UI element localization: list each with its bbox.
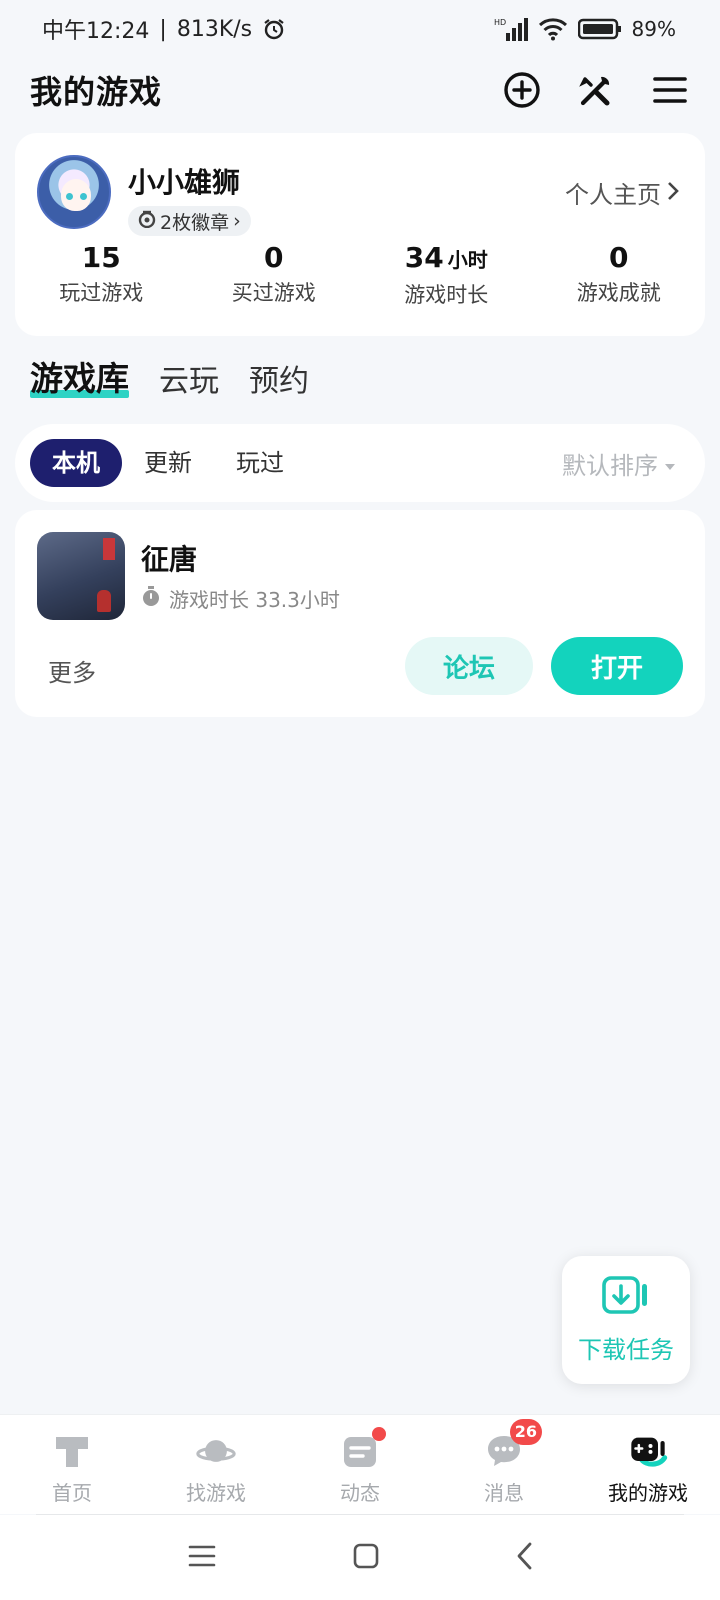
stopwatch-icon xyxy=(141,585,161,612)
nav-discover[interactable]: 找游戏 xyxy=(144,1415,288,1514)
status-time: 中午12:24 xyxy=(42,19,150,44)
tab-library[interactable]: 游戏库 xyxy=(30,352,129,400)
gamepad-icon xyxy=(628,1431,668,1471)
badge-count: 2枚徽章 xyxy=(160,211,230,234)
feed-icon xyxy=(340,1427,386,1471)
forum-button[interactable]: 论坛 xyxy=(405,637,533,695)
bottom-nav: 首页 找游戏 动态 26 消息 我的游戏 xyxy=(0,1414,720,1514)
game-card: 征唐 游戏时长 33.3小时 更多 论坛 打开 xyxy=(15,510,705,717)
nav-label: 首页 xyxy=(52,1481,92,1505)
stat-unit: 小时 xyxy=(447,248,488,272)
medal-icon xyxy=(138,210,156,233)
recent-apps-icon[interactable] xyxy=(188,1544,216,1572)
stat-played[interactable]: 15 玩过游戏 xyxy=(15,241,188,309)
stat-label: 买过游戏 xyxy=(231,281,316,305)
stat-achievements[interactable]: 0 游戏成就 xyxy=(533,241,706,309)
avatar[interactable] xyxy=(37,155,111,229)
stat-number: 15 xyxy=(81,241,121,274)
game-icon[interactable] xyxy=(37,532,125,620)
wifi-icon xyxy=(538,17,568,41)
status-right: HD 89% xyxy=(494,17,676,41)
nav-label: 找游戏 xyxy=(186,1481,246,1505)
username[interactable]: 小小雄狮 xyxy=(128,161,240,201)
more-link[interactable]: 更多 xyxy=(48,653,96,688)
system-nav xyxy=(0,1515,720,1600)
stat-value: 34 小时 xyxy=(360,241,533,277)
chevron-right-icon: › xyxy=(233,210,241,232)
nav-label: 动态 xyxy=(340,1481,380,1505)
tools-icon[interactable] xyxy=(576,70,616,110)
download-icon xyxy=(602,1275,650,1320)
stat-playtime[interactable]: 34 小时 游戏时长 xyxy=(360,241,533,309)
nav-home[interactable]: 首页 xyxy=(0,1415,144,1514)
download-task-label: 下载任务 xyxy=(578,1335,674,1364)
status-left: 中午12:24 | 813K/s xyxy=(42,13,286,45)
profile-home-link[interactable]: 个人主页 xyxy=(565,175,679,210)
open-button[interactable]: 打开 xyxy=(551,637,683,695)
playtime: 游戏时长 33.3小时 xyxy=(141,584,340,613)
planet-icon xyxy=(196,1431,236,1471)
status-separator: | xyxy=(159,16,167,42)
filter-updates[interactable]: 更新 xyxy=(122,439,214,487)
stat-label: 游戏时长 xyxy=(404,283,489,307)
avatar-eye-left xyxy=(66,193,73,200)
nav-label: 我的游戏 xyxy=(608,1481,688,1505)
network-speed: 813K/s xyxy=(176,16,253,42)
nav-feed[interactable]: 动态 xyxy=(288,1415,432,1514)
stat-number: 34 xyxy=(404,241,444,274)
message-count-badge: 26 xyxy=(509,1419,542,1445)
profile-card: 小小雄狮 2枚徽章 › 个人主页 15 玩过游戏 0 买过游戏 34 小时 游戏时… xyxy=(15,133,705,336)
stats-row: 15 玩过游戏 0 买过游戏 34 小时 游戏时长 0 游戏成就 xyxy=(15,241,705,309)
stat-label: 玩过游戏 xyxy=(59,281,144,305)
page-title: 我的游戏 xyxy=(30,73,163,111)
sort-dropdown[interactable]: 默认排序 xyxy=(562,446,690,481)
tab-cloud-play[interactable]: 云玩 xyxy=(159,356,219,400)
notification-dot xyxy=(372,1427,386,1441)
stat-value: 0 xyxy=(533,241,706,275)
stat-number: 0 xyxy=(264,241,284,274)
badge-chip[interactable]: 2枚徽章 › xyxy=(128,206,251,236)
signal-icon: HD xyxy=(494,17,528,41)
stat-label: 游戏成就 xyxy=(576,281,661,305)
battery-percent: 89% xyxy=(631,17,676,41)
battery-icon xyxy=(577,18,622,40)
svg-text:HD: HD xyxy=(494,18,506,27)
stat-bought[interactable]: 0 买过游戏 xyxy=(188,241,361,309)
header-actions xyxy=(502,70,690,110)
library-tabs: 游戏库 云玩 预约 xyxy=(30,350,309,400)
back-chevron-icon[interactable] xyxy=(516,1542,532,1574)
filter-bar: 本机 更新 玩过 默认排序 xyxy=(15,424,705,502)
filter-local[interactable]: 本机 xyxy=(30,439,122,487)
home-square-icon[interactable] xyxy=(353,1543,379,1573)
avatar-eye-right xyxy=(80,193,87,200)
chevron-right-icon xyxy=(667,179,679,207)
alarm-icon xyxy=(262,17,286,41)
nav-label: 消息 xyxy=(484,1481,524,1505)
stat-value: 0 xyxy=(188,241,361,275)
download-task-button[interactable]: 下载任务 xyxy=(562,1256,690,1384)
seal-mark xyxy=(103,538,115,560)
nav-messages[interactable]: 26 消息 xyxy=(432,1415,576,1514)
tab-reservations[interactable]: 预约 xyxy=(249,356,309,400)
chat-bubble-icon: 26 xyxy=(484,1419,542,1471)
playtime-text: 游戏时长 33.3小时 xyxy=(169,588,340,612)
profile-home-label: 个人主页 xyxy=(565,181,661,209)
add-circle-icon[interactable] xyxy=(502,70,542,110)
stat-number: 0 xyxy=(609,241,629,274)
sort-label: 默认排序 xyxy=(562,451,658,480)
game-name[interactable]: 征唐 xyxy=(141,538,197,578)
home-t-icon xyxy=(52,1431,92,1471)
stat-value: 15 xyxy=(15,241,188,275)
header: 我的游戏 xyxy=(0,60,720,120)
menu-icon[interactable] xyxy=(650,70,690,110)
caret-down-icon xyxy=(664,449,676,477)
figure-art xyxy=(97,590,111,612)
nav-my-games[interactable]: 我的游戏 xyxy=(576,1415,720,1514)
status-bar: 中午12:24 | 813K/s HD 89% xyxy=(0,0,720,58)
filter-played[interactable]: 玩过 xyxy=(214,439,306,487)
